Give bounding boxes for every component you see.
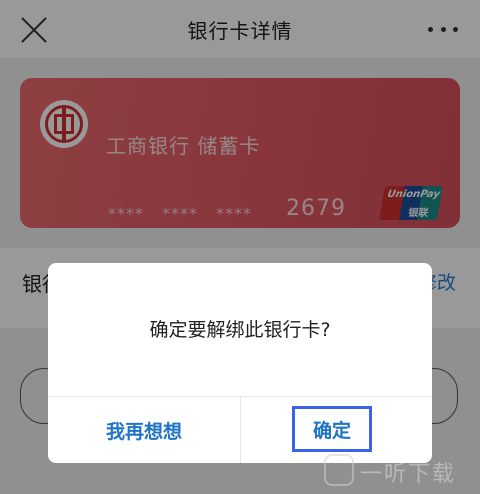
watermark: 一听下载 [324, 450, 474, 490]
watermark-text: 一听下载 [360, 462, 457, 487]
watermark-logo-icon [324, 454, 354, 486]
unbind-confirm-dialog: 确定要解绑此银行卡? 我再想想 确定 [48, 263, 432, 463]
cancel-button[interactable]: 我再想想 [48, 397, 240, 463]
dialog-message: 确定要解绑此银行卡? [149, 319, 331, 341]
dialog-divider-vertical [240, 396, 241, 463]
confirm-button[interactable]: 确定 [292, 406, 372, 452]
